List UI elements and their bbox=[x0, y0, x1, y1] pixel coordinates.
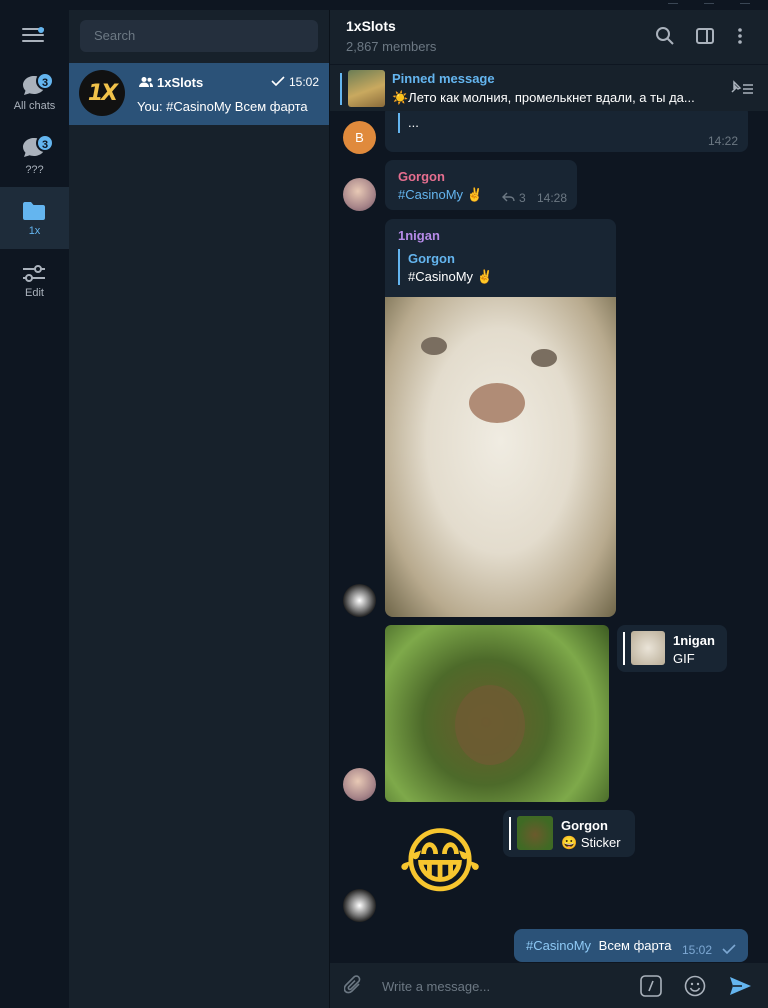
reply-quote-bar bbox=[623, 632, 625, 665]
group-icon bbox=[139, 77, 153, 87]
message-history[interactable]: B ... 14:22 Gorgon #CasinoMy ✌ 3 14:28 1… bbox=[330, 111, 768, 963]
message-bubble[interactable]: Gorgon #CasinoMy ✌ 3 14:28 bbox=[385, 160, 577, 210]
chat-pane: 1xSlots 2,867 members Pinned message ☀️Л… bbox=[330, 10, 768, 1008]
avatar-letter: B bbox=[355, 130, 364, 145]
reply-quote-bar bbox=[398, 113, 400, 133]
message-composer bbox=[330, 963, 768, 1008]
own-message-bubble[interactable]: #CasinoMy Всем фарта 15:02 bbox=[514, 929, 748, 962]
pinned-title: Pinned message bbox=[392, 71, 495, 86]
emoji-smile-icon[interactable] bbox=[684, 975, 706, 997]
chat-title[interactable]: 1xSlots bbox=[346, 18, 396, 34]
minimize-icon[interactable] bbox=[668, 0, 678, 4]
sticker-laughing-emoji[interactable]: 😂 bbox=[398, 821, 482, 901]
message-bubble[interactable]: 1nigan Gorgon #CasinoMy ✌ bbox=[385, 219, 616, 617]
send-icon[interactable] bbox=[728, 974, 752, 998]
bot-commands-icon[interactable] bbox=[640, 975, 662, 997]
close-icon[interactable] bbox=[740, 0, 750, 4]
chat-header: 1xSlots 2,867 members bbox=[330, 10, 768, 64]
folder-1x[interactable]: 1x bbox=[0, 187, 69, 249]
chat-name: 1xSlots bbox=[157, 75, 204, 90]
reply-thumbnail bbox=[517, 816, 553, 850]
notification-dot bbox=[38, 27, 44, 33]
avatar[interactable]: B bbox=[343, 121, 376, 154]
search-input[interactable] bbox=[80, 20, 318, 52]
pinned-indicator bbox=[340, 73, 342, 105]
pin-list-icon[interactable] bbox=[728, 80, 754, 96]
reply-text: GIF bbox=[673, 651, 695, 666]
check-icon bbox=[271, 76, 285, 86]
search-icon[interactable] bbox=[655, 26, 675, 46]
folder-icon bbox=[23, 202, 45, 220]
folder-unnamed[interactable]: 3 ??? bbox=[0, 124, 69, 186]
emoji: ✌ bbox=[476, 269, 493, 284]
message-text: ... bbox=[408, 115, 419, 130]
chat-preview: You: #CasinoMy Всем фарта bbox=[137, 99, 308, 114]
reply-name: Gorgon bbox=[561, 818, 608, 833]
sliders-icon bbox=[23, 265, 45, 282]
sent-check-icon bbox=[722, 944, 736, 954]
reply-arrow-icon[interactable] bbox=[502, 192, 515, 202]
sender-name[interactable]: Gorgon bbox=[398, 169, 445, 184]
pinned-message-bar[interactable]: Pinned message ☀️Лето как молния, промел… bbox=[330, 64, 768, 111]
photo-dog-eye-left bbox=[421, 337, 447, 355]
message-time: 14:22 bbox=[707, 134, 738, 148]
avatar[interactable] bbox=[343, 584, 376, 617]
message-text: #CasinoMy ✌ bbox=[398, 187, 483, 203]
avatar[interactable] bbox=[343, 768, 376, 801]
reply-count[interactable]: 3 bbox=[519, 191, 526, 205]
message-time: 14:28 bbox=[536, 191, 567, 205]
unread-badge: 3 bbox=[36, 134, 54, 152]
folder-label: ??? bbox=[25, 164, 44, 176]
reply-preview-chip[interactable]: 1nigan GIF bbox=[617, 625, 727, 672]
message-input[interactable] bbox=[382, 975, 622, 997]
message-text: #CasinoMy Всем фарта bbox=[526, 938, 672, 953]
window-titlebar bbox=[0, 0, 768, 10]
unread-badge: 3 bbox=[36, 72, 54, 90]
reply-thumbnail bbox=[631, 631, 665, 665]
gif-attachment[interactable] bbox=[385, 625, 609, 802]
emoji: ✌ bbox=[466, 187, 483, 202]
gif-blurred-subject bbox=[455, 685, 525, 765]
attach-paperclip-icon[interactable] bbox=[344, 975, 364, 997]
pinned-text: ☀️Лето как молния, промелькнет вдали, а … bbox=[392, 90, 695, 105]
message-time: 15:02 bbox=[682, 943, 713, 957]
avatar[interactable] bbox=[343, 178, 376, 211]
reply-text: #CasinoMy ✌ bbox=[408, 269, 493, 285]
avatar-logo: 1X bbox=[87, 81, 118, 106]
photo-dog-eye-right bbox=[531, 349, 557, 367]
avatar[interactable] bbox=[343, 889, 376, 922]
folder-edit[interactable]: Edit bbox=[0, 249, 69, 311]
pinned-thumbnail bbox=[348, 70, 385, 107]
hashtag-link[interactable]: #CasinoMy bbox=[398, 187, 463, 202]
sidebar-toggle-icon[interactable] bbox=[695, 26, 715, 46]
reply-preview-chip[interactable]: Gorgon 😀 Sticker bbox=[503, 810, 635, 857]
reply-quote-bar[interactable] bbox=[398, 249, 400, 285]
member-count: 2,867 members bbox=[346, 39, 437, 54]
folders-sidebar: 3 All chats 3 ??? 1x Edit bbox=[0, 10, 69, 1008]
avatar: 1X bbox=[79, 70, 125, 116]
folder-label: All chats bbox=[13, 100, 56, 112]
folder-all-chats[interactable]: 3 All chats bbox=[0, 62, 69, 124]
photo-dog-nose bbox=[469, 383, 525, 423]
sender-name[interactable]: 1nigan bbox=[398, 228, 440, 243]
reply-quote-bar bbox=[509, 817, 511, 850]
more-vertical-icon[interactable] bbox=[730, 26, 750, 46]
chat-time: 15:02 bbox=[288, 75, 319, 89]
folder-label: Edit bbox=[25, 287, 44, 299]
photo-attachment[interactable] bbox=[385, 297, 616, 617]
message-bubble[interactable]: ... 14:22 bbox=[385, 111, 748, 152]
folder-label: 1x bbox=[28, 225, 41, 237]
reply-text: 😀 Sticker bbox=[561, 835, 621, 850]
reply-name: 1nigan bbox=[673, 633, 715, 648]
chat-list-item[interactable]: 1X 1xSlots 15:02 You: #CasinoMy Всем фар… bbox=[69, 63, 329, 125]
maximize-icon[interactable] bbox=[704, 0, 714, 4]
chat-list-panel: 1X 1xSlots 15:02 You: #CasinoMy Всем фар… bbox=[69, 10, 329, 1008]
reply-hashtag: #CasinoMy bbox=[408, 269, 474, 284]
reply-name: Gorgon bbox=[408, 251, 455, 266]
hashtag-link[interactable]: #CasinoMy bbox=[526, 938, 591, 953]
emoji: 😀 bbox=[561, 835, 578, 850]
